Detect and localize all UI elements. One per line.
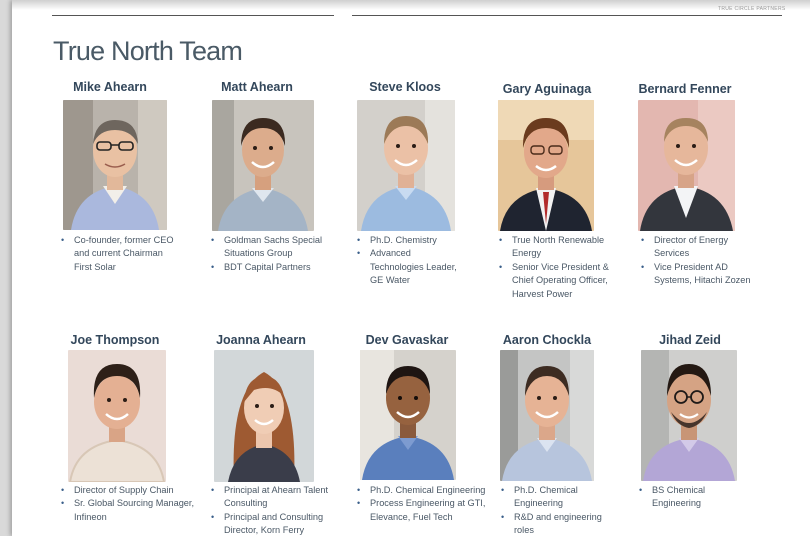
bullet-item: Director of Energy Services — [640, 234, 752, 261]
member-name: Jihad Zeid — [659, 333, 721, 347]
member-photo-bernard-fenner — [638, 100, 735, 231]
member-photo-matt-ahearn — [212, 100, 314, 231]
member-name: Joe Thompson — [70, 333, 160, 347]
member-photo-jihad-zeid — [641, 350, 737, 481]
page-title: True North Team — [53, 36, 243, 66]
bullet-item: Ph.D. Chemistry — [356, 234, 466, 248]
member-bullets: Co-founder, former CEO and current Chair… — [60, 234, 180, 274]
header-rule-left — [52, 15, 334, 16]
bullet-item: Director of Supply Chain — [60, 484, 196, 498]
bullet-item: Advanced Technologies Leader, GE Water — [356, 247, 466, 287]
member-photo-aaron-chockla — [500, 350, 594, 481]
bullet-item: BDT Capital Partners — [210, 261, 330, 275]
member-name: Dev Gavaskar — [365, 333, 449, 347]
member-photo-joe-thompson — [68, 350, 166, 482]
member-bullets: Goldman Sachs Special Situations Group B… — [210, 234, 330, 275]
member-name: Bernard Fenner — [638, 82, 732, 96]
bullet-item: Process Engineering at GTI, Elevance, Fu… — [356, 497, 486, 524]
member-name: Gary Aguinaga — [502, 82, 592, 96]
bullet-item: BS Chemical Engineering — [638, 484, 748, 511]
bullet-item: Principal and Consulting Director, Korn … — [210, 511, 340, 536]
member-bullets: True North Renewable Energy Senior Vice … — [498, 234, 622, 301]
bullet-item: R&D and engineering roles — [500, 511, 610, 536]
member-bullets: Ph.D. Chemical Engineering R&D and engin… — [500, 484, 610, 536]
member-photo-steve-kloos — [357, 100, 455, 231]
bullet-item: Principal at Ahearn Talent Consulting — [210, 484, 340, 511]
member-photo-gary-aguinaga — [498, 100, 594, 231]
member-bullets: BS Chemical Engineering — [638, 484, 748, 511]
member-name: Matt Ahearn — [221, 80, 293, 94]
slide: TRUE CIRCLE PARTNERS True North Team Mik… — [12, 0, 810, 536]
member-name: Joanna Ahearn — [216, 333, 306, 347]
member-bullets: Ph.D. Chemical Engineering Process Engin… — [356, 484, 486, 524]
bullet-item: Ph.D. Chemical Engineering — [356, 484, 486, 498]
member-photo-joanna-ahearn — [214, 350, 314, 482]
top-shade — [12, 0, 810, 10]
header-rule-right — [352, 15, 782, 16]
bullet-item: Sr. Global Sourcing Manager, Infineon — [60, 497, 196, 524]
bullet-item: Co-founder, former CEO and current Chair… — [60, 234, 180, 274]
member-photo-dev-gavaskar — [360, 350, 456, 480]
member-photo-mike-ahearn — [63, 100, 167, 230]
member-bullets: Principal at Ahearn Talent Consulting Pr… — [210, 484, 340, 536]
member-bullets: Director of Supply Chain Sr. Global Sour… — [60, 484, 196, 524]
member-name: Mike Ahearn — [73, 80, 147, 94]
bullet-item: Senior Vice President & Chief Operating … — [498, 261, 622, 301]
member-name: Steve Kloos — [369, 80, 441, 94]
bullet-item: Goldman Sachs Special Situations Group — [210, 234, 330, 261]
member-name: Aaron Chockla — [502, 333, 592, 347]
bullet-item: Vice President AD Systems, Hitachi Zozen — [640, 261, 752, 288]
member-bullets: Director of Energy Services Vice Preside… — [640, 234, 752, 288]
header-tag: TRUE CIRCLE PARTNERS — [718, 6, 786, 12]
bullet-item: Ph.D. Chemical Engineering — [500, 484, 610, 511]
bullet-item: True North Renewable Energy — [498, 234, 622, 261]
member-bullets: Ph.D. Chemistry Advanced Technologies Le… — [356, 234, 466, 288]
